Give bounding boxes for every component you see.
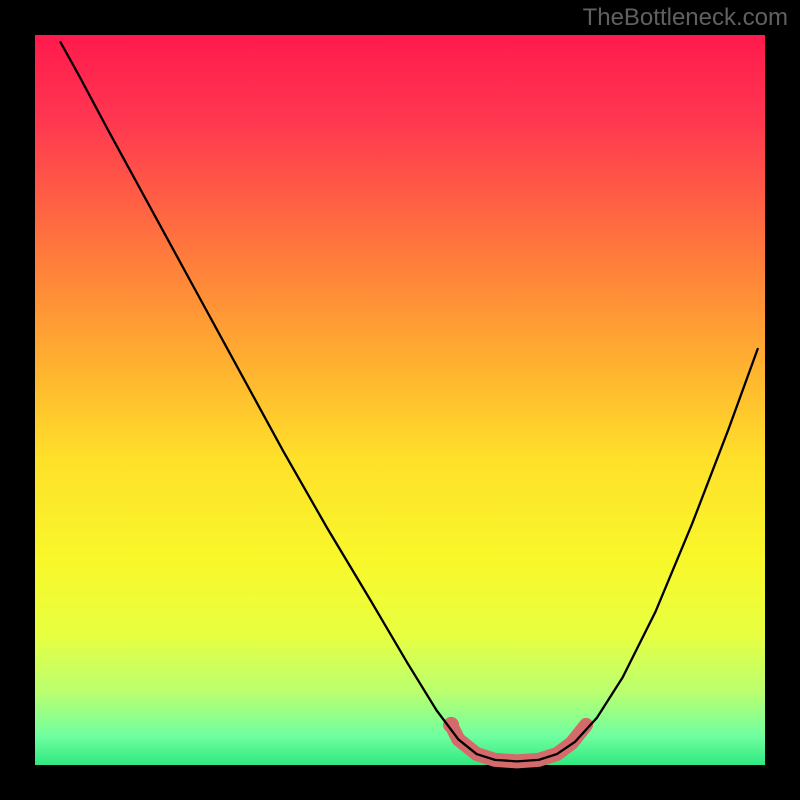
plot-background [35,35,765,765]
bottleneck-chart: TheBottleneck.com [0,0,800,800]
chart-svg [0,0,800,800]
watermark-text: TheBottleneck.com [583,4,788,32]
